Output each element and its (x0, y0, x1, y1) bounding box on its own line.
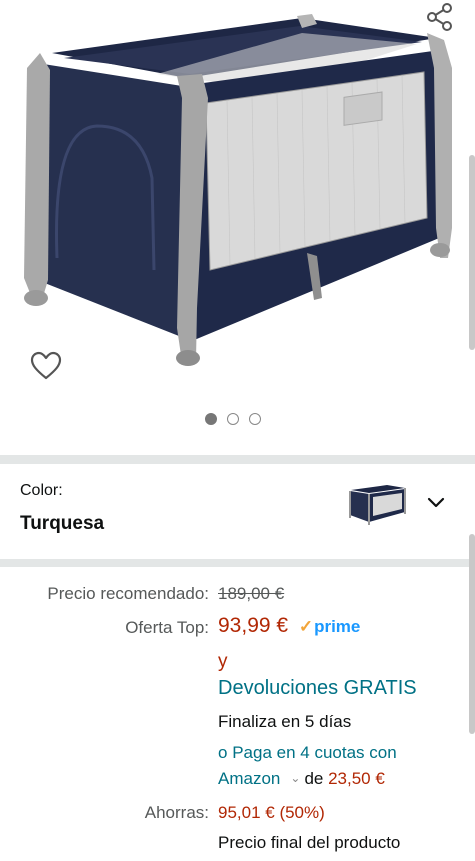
product-image-gallery[interactable] (0, 0, 475, 455)
scrollbar[interactable] (469, 534, 475, 734)
installments-amount: 23,50 € (328, 769, 385, 788)
installments-link[interactable]: Paga en 4 cuotas con (232, 743, 396, 762)
free-returns-link[interactable]: Devoluciones GRATIS (218, 677, 417, 700)
savings-label: Ahorras: (144, 803, 209, 822)
and-connector: y (218, 651, 228, 672)
recommended-price-value: 189,00 € (218, 584, 285, 603)
chevron-down-icon[interactable] (426, 496, 446, 510)
final-price-text: Precio final del producto (218, 833, 401, 852)
chevron-down-icon[interactable]: ⌄ (290, 771, 300, 785)
offer-price-label: Oferta Top: (125, 618, 209, 637)
image-carousel-indicator[interactable] (205, 413, 261, 425)
recommended-price-label: Precio recomendado: (47, 584, 209, 603)
section-divider (0, 455, 475, 464)
prime-check-icon: ✓ (298, 617, 314, 636)
installments-line-2: Amazon ⌄ de 23,50 € (218, 769, 385, 789)
carousel-dot-1[interactable] (205, 413, 217, 425)
prime-badge: ✓prime (299, 617, 361, 637)
color-value: Turquesa (20, 513, 105, 534)
carousel-dot-3[interactable] (249, 413, 261, 425)
heart-icon[interactable] (30, 351, 62, 381)
offer-ends-text: Finaliza en 5 días (218, 712, 352, 731)
installments-prefix: o (218, 743, 228, 762)
installments-de: de (304, 769, 324, 788)
scrollbar[interactable] (469, 155, 475, 350)
color-selector[interactable]: Color: Turquesa (0, 464, 475, 559)
product-image-travel-cot (24, 14, 452, 366)
prime-text: prime (314, 617, 361, 636)
color-thumbnail[interactable] (347, 482, 409, 526)
savings-value: 95,01 € (50%) (218, 803, 325, 822)
offer-price-row: 93,99 € ✓prime (218, 614, 360, 638)
installments-line-1: o Paga en 4 cuotas con (218, 743, 397, 763)
color-label: Color: (20, 482, 63, 499)
price-block: Precio recomendado: 189,00 € Oferta Top:… (0, 534, 475, 861)
carousel-dot-2[interactable] (227, 413, 239, 425)
section-divider (0, 559, 475, 567)
installments-link-amazon[interactable]: Amazon (218, 769, 280, 788)
offer-price-value: 93,99 € (218, 614, 289, 637)
